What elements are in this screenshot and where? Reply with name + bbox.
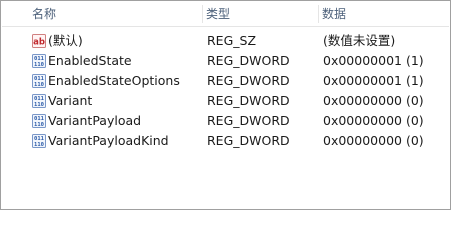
- svg-text:110: 110: [34, 102, 44, 108]
- table-row[interactable]: 011 110 EnabledState REG_DWORD 0x0000000…: [2, 51, 449, 71]
- table-row[interactable]: 011 110 Variant REG_DWORD 0x00000000 (0): [2, 91, 449, 111]
- table-row[interactable]: 011 110 VariantPayload REG_DWORD 0x00000…: [2, 111, 449, 131]
- column-header-name[interactable]: 名称: [28, 2, 202, 26]
- value-name: VariantPayload: [48, 113, 142, 128]
- value-type: REG_DWORD: [207, 53, 290, 68]
- string-value-icon: ab: [32, 34, 46, 48]
- value-type: REG_DWORD: [207, 73, 290, 88]
- binary-value-icon: 011 110: [32, 134, 46, 148]
- list-header: 名称 类型 数据: [2, 2, 449, 27]
- table-row[interactable]: ab (默认) REG_SZ (数值未设置): [2, 31, 449, 51]
- binary-value-icon: 011 110: [32, 114, 46, 128]
- value-data: 0x00000001 (1): [323, 73, 424, 88]
- binary-value-icon: 011 110: [32, 74, 46, 88]
- svg-text:110: 110: [34, 82, 44, 88]
- value-type: REG_SZ: [207, 33, 257, 48]
- value-name: EnabledStateOptions: [48, 73, 180, 88]
- table-row[interactable]: 011 110 VariantPayloadKind REG_DWORD 0x0…: [2, 131, 449, 151]
- value-data: 0x00000000 (0): [323, 113, 424, 128]
- value-name: VariantPayloadKind: [48, 133, 169, 148]
- value-rows: ab (默认) REG_SZ (数值未设置) 011 110 EnabledSt…: [2, 31, 449, 151]
- value-data: 0x00000001 (1): [323, 53, 424, 68]
- value-name: Variant: [48, 93, 93, 108]
- value-data: (数值未设置): [323, 33, 396, 48]
- svg-text:110: 110: [34, 62, 44, 68]
- table-row[interactable]: 011 110 EnabledStateOptions REG_DWORD 0x…: [2, 71, 449, 91]
- value-type: REG_DWORD: [207, 113, 290, 128]
- column-header-type[interactable]: 类型: [202, 2, 318, 26]
- value-name: (默认): [48, 33, 83, 48]
- svg-text:110: 110: [34, 122, 44, 128]
- column-header-data[interactable]: 数据: [318, 2, 449, 26]
- value-data: 0x00000000 (0): [323, 93, 424, 108]
- value-type: REG_DWORD: [207, 133, 290, 148]
- registry-values-list: 名称 类型 数据 ab (默认) REG_SZ (数值未设置) 011 110 …: [0, 0, 451, 210]
- value-name: EnabledState: [48, 53, 132, 68]
- value-data: 0x00000000 (0): [323, 133, 424, 148]
- value-type: REG_DWORD: [207, 93, 290, 108]
- binary-value-icon: 011 110: [32, 94, 46, 108]
- svg-text:110: 110: [34, 142, 44, 148]
- binary-value-icon: 011 110: [32, 54, 46, 68]
- svg-text:ab: ab: [33, 38, 45, 48]
